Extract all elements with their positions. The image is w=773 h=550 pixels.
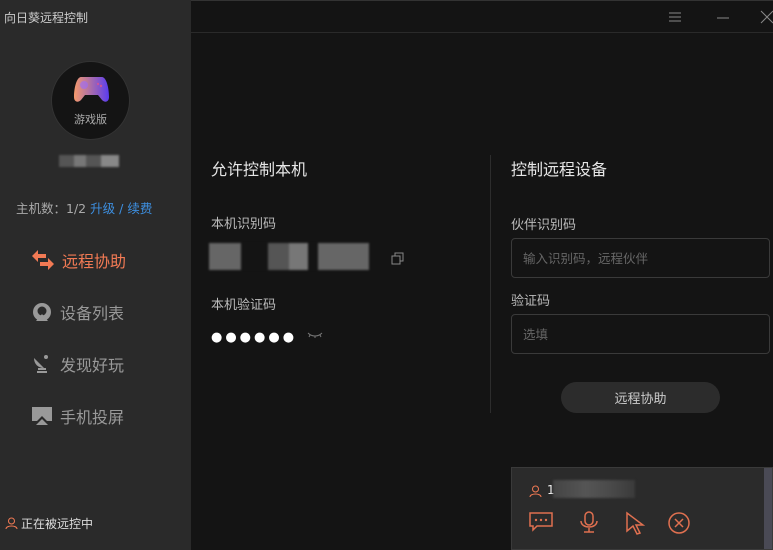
eye-closed-icon[interactable] (307, 330, 323, 340)
local-id-masked[interactable] (209, 243, 369, 270)
disconnect-icon[interactable] (668, 512, 690, 534)
edition-label: 游戏版 (74, 113, 107, 126)
sidebar-item-label: 发现好玩 (60, 356, 125, 375)
minimize-icon (717, 17, 729, 19)
menu-button[interactable] (665, 9, 685, 25)
close-icon (760, 10, 773, 24)
remote-assist-button[interactable]: 远程协助 (561, 382, 720, 413)
swap-arrows-icon (32, 250, 54, 270)
remote-code-input[interactable] (511, 314, 770, 354)
remote-status: 正在被远控中 (5, 515, 93, 532)
sidebar-item-label: 远程协助 (62, 252, 127, 271)
remote-title: 控制远程设备 (511, 160, 608, 179)
user-icon (529, 485, 542, 498)
local-title: 允许控制本机 (211, 160, 308, 179)
renew-link[interactable]: 续费 (127, 201, 152, 216)
sidebar-item-discover[interactable]: 发现好玩 (32, 352, 124, 376)
partner-id-label: 伙伴识别码 (511, 218, 577, 233)
screen-cast-icon (32, 407, 52, 425)
upgrade-link[interactable]: 升级 (90, 201, 115, 216)
username-masked (59, 155, 119, 167)
title-bar (191, 0, 773, 33)
microphone-icon[interactable] (579, 511, 599, 533)
gamepad-icon (74, 77, 109, 102)
sidebar-item-device-list[interactable]: 设备列表 (32, 300, 124, 324)
sidebar-item-screen-cast[interactable]: 手机投屏 (32, 404, 124, 428)
status-text: 正在被远控中 (21, 517, 94, 531)
local-code-label: 本机验证码 (211, 298, 277, 313)
link-separator: / (119, 201, 124, 216)
sidebar: 向日葵远程控制 游戏版 主机数：1/2 升级 / 续费 远程协助 设备列表 发现… (0, 0, 191, 550)
remote-code-label: 验证码 (511, 294, 551, 309)
minimize-button[interactable] (713, 9, 733, 25)
host-count-label: 主机数：1/2 (16, 201, 87, 216)
host-count: 主机数：1/2 升级 / 续费 (16, 198, 152, 217)
panel-scrollbar[interactable] (764, 468, 772, 549)
local-id-label: 本机识别码 (211, 217, 277, 232)
user-icon (5, 517, 18, 530)
sidebar-item-remote-assist[interactable]: 远程协助 (32, 248, 126, 272)
sidebar-item-label: 手机投屏 (60, 408, 125, 427)
app-title: 向日葵远程控制 (4, 11, 89, 25)
satellite-dish-icon (34, 355, 48, 373)
sidebar-item-label: 设备列表 (60, 304, 125, 323)
session-user-masked (553, 480, 635, 498)
cursor-icon[interactable] (625, 511, 645, 535)
copy-icon[interactable] (391, 252, 405, 266)
section-divider (490, 155, 491, 413)
session-panel: 1 (511, 467, 773, 550)
menu-icon (669, 12, 681, 22)
chat-icon[interactable] (529, 512, 553, 532)
partner-id-input[interactable] (511, 238, 770, 278)
avatar[interactable]: 游戏版 (51, 61, 130, 140)
local-code-value: ●●●●●● (211, 330, 298, 345)
close-button[interactable] (753, 9, 773, 25)
device-list-icon (33, 303, 51, 321)
